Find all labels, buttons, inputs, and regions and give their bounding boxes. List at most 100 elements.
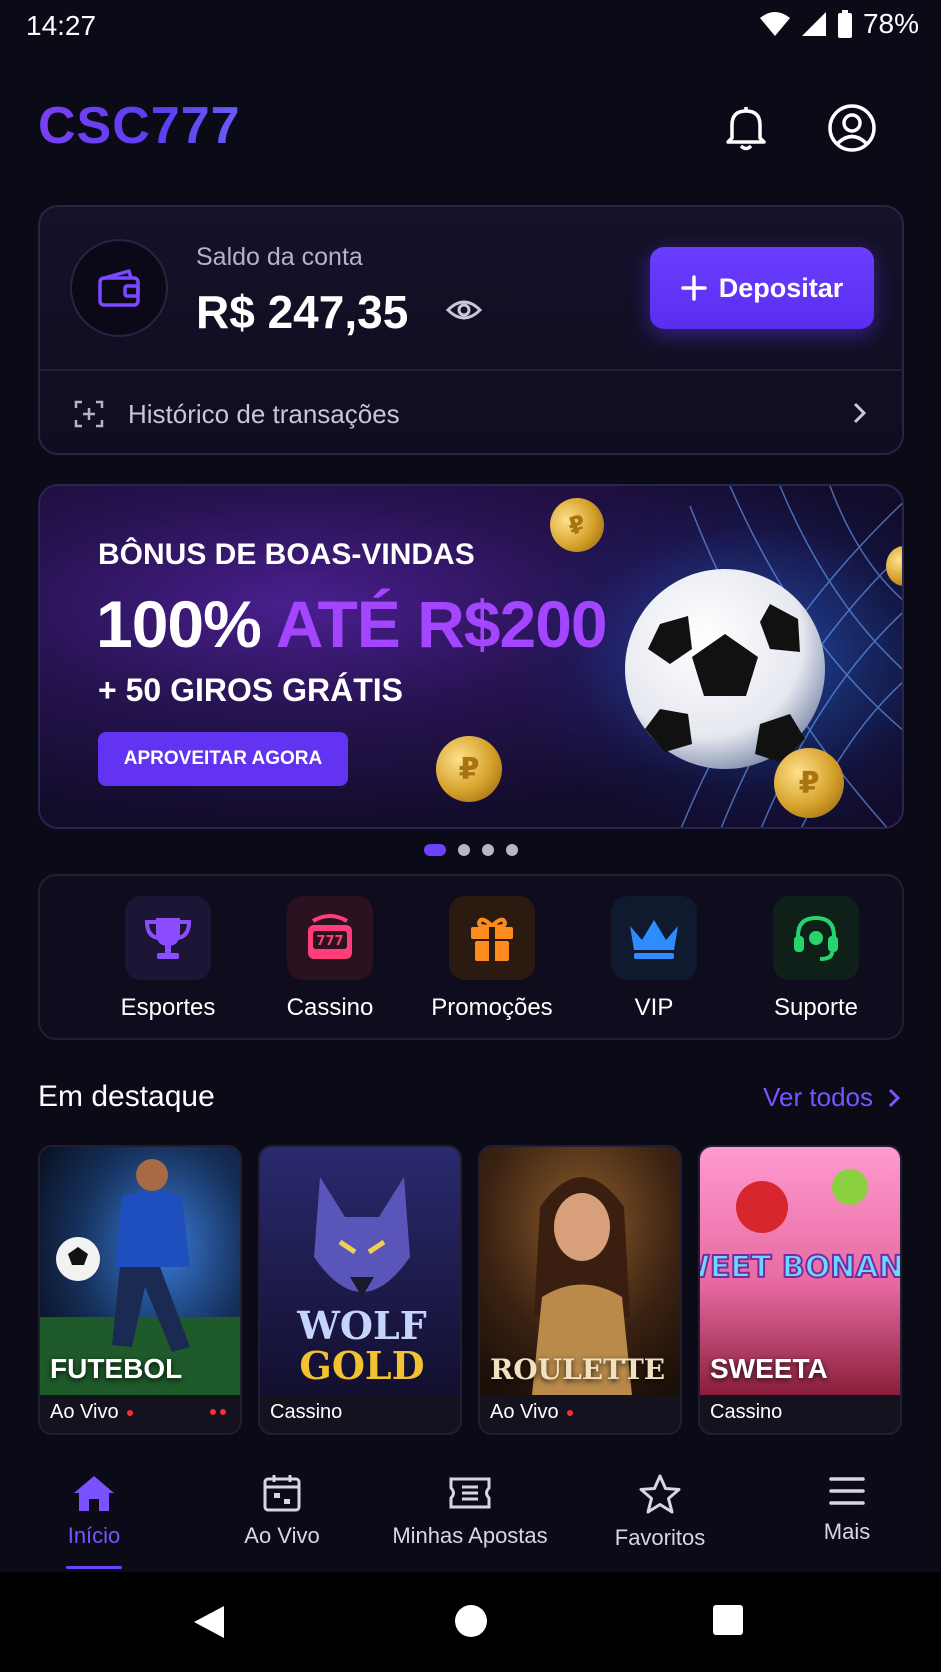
category-label: Esportes [120, 994, 216, 1021]
plus-icon [680, 275, 707, 301]
game-title: FUTEBOL [50, 1353, 183, 1384]
game-tag: Cassino [270, 1401, 342, 1424]
game-card-futebol[interactable]: FUTEBOL Ao Vivo [38, 1145, 242, 1435]
battery-percent: 78% [862, 8, 919, 39]
banner-headline-percent: 100% [96, 587, 262, 661]
nav-more[interactable]: Mais [757, 1473, 937, 1545]
carousel-indicator [0, 844, 941, 856]
eye-icon[interactable] [445, 297, 483, 328]
balance-card: Saldo da conta R$ 247,35 Depositar Histó… [38, 205, 904, 455]
trophy-icon [125, 896, 211, 980]
coin-graphic: ₽ [436, 736, 502, 802]
transaction-history-row[interactable]: Histórico de transações [40, 371, 902, 455]
category-vip[interactable]: VIP [574, 896, 734, 1022]
back-icon[interactable] [192, 1604, 226, 1640]
category-casino[interactable]: 777 Cassino [250, 896, 410, 1022]
recents-icon[interactable] [712, 1604, 744, 1636]
status-icons: 78% [759, 8, 919, 40]
status-bar: 14:27 78% [0, 0, 941, 52]
game-tag-label: Cassino [270, 1401, 343, 1423]
headset-icon [773, 896, 859, 980]
category-label: Suporte [773, 994, 859, 1021]
history-label: Histórico de transações [128, 399, 400, 429]
nav-label: Minhas Apostas [392, 1523, 548, 1548]
wallet-icon [98, 269, 140, 307]
game-card-sweeta[interactable]: SWEET BONANZA SWEETA Cassino [698, 1145, 902, 1435]
banner-headline: 100% ATÉ R$200 [96, 586, 608, 662]
game-tag-label: Ao Vivo [490, 1401, 559, 1423]
chevron-right-icon [888, 1088, 901, 1107]
pagination-dots [210, 1409, 226, 1415]
coin-graphic: ₽ [774, 748, 844, 818]
deposit-button[interactable]: Depositar [650, 247, 874, 329]
status-time: 14:27 [26, 10, 97, 41]
wallet-badge [70, 239, 168, 337]
deposit-label: Depositar [718, 272, 844, 303]
game-card-wolf-gold[interactable]: WOLF GOLD Cassino [258, 1145, 462, 1435]
game-card-roulette[interactable]: ROULETTE Ao Vivo [478, 1145, 682, 1435]
carousel-dot[interactable] [505, 844, 518, 856]
game-tag-label: Cassino [710, 1401, 783, 1423]
nav-my-bets[interactable]: Minhas Apostas [380, 1473, 560, 1549]
home-icon [74, 1476, 114, 1511]
banner-free-spins: + 50 GIROS GRÁTIS [98, 672, 403, 708]
gift-icon [449, 896, 535, 980]
see-all-link[interactable]: Ver todos [763, 1082, 901, 1113]
category-sports[interactable]: Esportes [88, 896, 248, 1022]
game-art-text: SWEET BONANZA [700, 1250, 902, 1285]
nav-favorites[interactable]: Favoritos [570, 1473, 750, 1551]
svg-text:WOLF: WOLF [296, 1303, 426, 1348]
system-navigation-bar [0, 1572, 941, 1672]
signal-icon [801, 12, 826, 36]
history-icon [74, 400, 104, 428]
balance-label: Saldo da conta [196, 243, 363, 271]
see-all-label: Ver todos [763, 1082, 873, 1112]
nav-live[interactable]: Ao Vivo [192, 1473, 372, 1549]
banner-headline-amount: ATÉ R$200 [275, 587, 608, 661]
slot-machine-icon: 777 [287, 896, 373, 980]
wifi-icon [759, 12, 790, 36]
ticket-icon [449, 1477, 491, 1509]
game-title: SWEETA [710, 1353, 828, 1384]
home-button-icon[interactable] [454, 1604, 488, 1638]
nav-label: Início [67, 1523, 121, 1548]
live-indicator [126, 1409, 133, 1416]
account-icon[interactable] [824, 100, 880, 156]
carousel-dot[interactable] [481, 844, 494, 856]
promo-banner[interactable]: BÔNUS DE BOAS-VINDAS 100% ATÉ R$200 + 50… [38, 484, 904, 829]
game-art-wolf-gold: WOLF GOLD [260, 1147, 460, 1395]
game-tag-label: Ao Vivo [50, 1401, 119, 1423]
svg-text:GOLD: GOLD [299, 1343, 424, 1388]
game-tag: Ao Vivo [50, 1401, 133, 1424]
nav-label: Mais [823, 1519, 871, 1544]
carousel-dot[interactable] [423, 844, 446, 856]
banner-cta-button[interactable]: APROVEITAR AGORA [98, 732, 348, 786]
svg-text:777: 777 [316, 934, 343, 949]
category-support[interactable]: Suporte [736, 896, 896, 1022]
carousel-dot[interactable] [457, 844, 470, 856]
category-label: Promoções [431, 994, 553, 1021]
category-promotions[interactable]: Promoções [412, 896, 572, 1022]
featured-title: Em destaque [38, 1080, 215, 1113]
bottom-navigation: Início Ao Vivo Minhas Apostas Favoritos … [0, 1455, 941, 1570]
battery-icon [837, 10, 852, 38]
nav-label: Favoritos [614, 1525, 706, 1550]
game-title: ROULETTE [490, 1353, 666, 1386]
calendar-icon [263, 1475, 301, 1512]
star-icon [639, 1474, 681, 1514]
app-logo[interactable]: CSC777 [38, 96, 241, 156]
game-tag: Ao Vivo [490, 1401, 573, 1424]
nav-label: Ao Vivo [244, 1523, 320, 1548]
crown-icon [611, 896, 697, 980]
nav-home[interactable]: Início [4, 1473, 184, 1549]
game-tag: Cassino [710, 1401, 782, 1424]
chevron-right-icon [853, 402, 867, 424]
balance-value: R$ 247,35 [196, 286, 409, 338]
category-label: Cassino [286, 994, 374, 1021]
live-indicator [210, 1409, 216, 1415]
menu-icon [829, 1477, 865, 1505]
bell-icon[interactable] [718, 100, 774, 156]
live-indicator [566, 1409, 573, 1416]
banner-subtitle: BÔNUS DE BOAS-VINDAS [98, 538, 475, 571]
soccer-ball-graphic [625, 569, 825, 769]
